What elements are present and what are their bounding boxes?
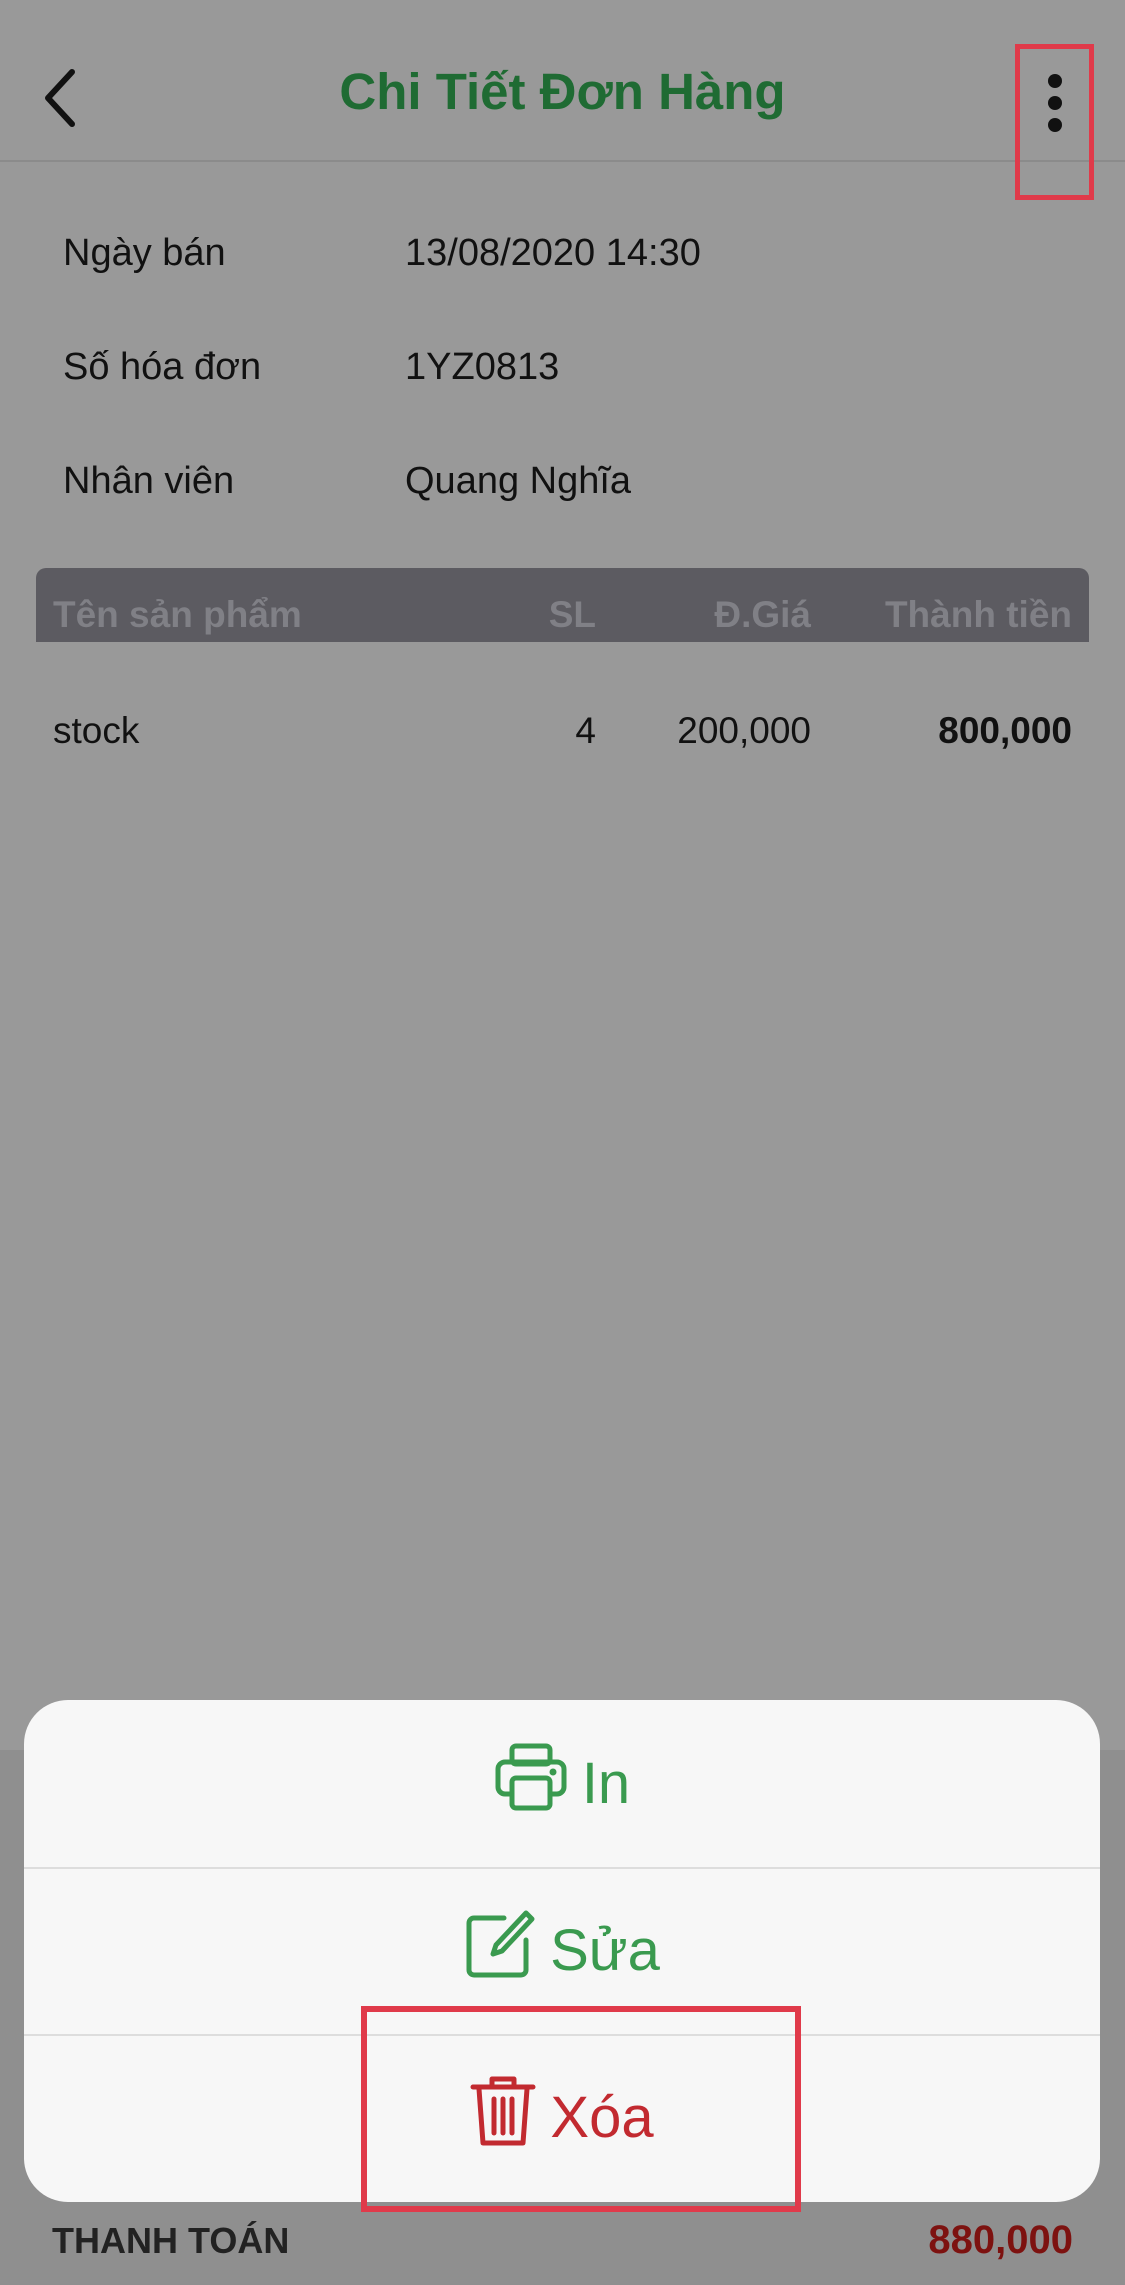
staff-value: Quang Nghĩa <box>405 460 632 502</box>
column-header-total: Thành tiền <box>884 594 1072 635</box>
print-button[interactable]: In <box>24 1700 1100 1869</box>
sale-date-value: 13/08/2020 14:30 <box>405 232 701 274</box>
payment-label: THANH TOÁN <box>52 2220 290 2261</box>
info-row-staff: Nhân viên Quang Nghĩa <box>63 460 631 503</box>
info-row-sale-date: Ngày bán 13/08/2020 14:30 <box>63 232 701 275</box>
column-header-qty: SL <box>548 594 596 635</box>
invoice-number-label: Số hóa đơn <box>63 346 262 388</box>
app-header: Chi Tiết Đơn Hàng <box>0 0 1125 200</box>
table-row[interactable]: stock 4 200,000 800,000 <box>36 700 1089 760</box>
info-row-invoice-number: Số hóa đơn 1YZ0813 <box>63 346 559 389</box>
payment-total: 880,000 <box>928 2218 1073 2262</box>
delete-button[interactable]: Xóa <box>24 2034 1100 2201</box>
edit-button[interactable]: Sửa <box>24 1867 1100 2036</box>
delete-label: Xóa <box>550 2085 654 2150</box>
page-title: Chi Tiết Đơn Hàng <box>339 63 786 120</box>
action-sheet: In Sửa Xóa <box>24 1700 1100 2202</box>
more-options-button[interactable] <box>1015 44 1094 200</box>
edit-label: Sửa <box>550 1918 660 1983</box>
printer-icon <box>494 1742 582 1826</box>
product-qty: 4 <box>575 710 596 751</box>
print-label: In <box>581 1751 631 1816</box>
sale-date-label: Ngày bán <box>63 232 226 274</box>
column-header-name: Tên sản phẩm <box>53 594 302 635</box>
product-total: 800,000 <box>938 710 1072 751</box>
product-price: 200,000 <box>677 710 811 751</box>
table-header: Tên sản phẩm SL Đ.Giá Thành tiền <box>36 568 1089 642</box>
product-name: stock <box>53 710 140 751</box>
more-vertical-icon <box>1047 73 1063 195</box>
edit-icon <box>464 1908 550 1994</box>
column-header-price: Đ.Giá <box>714 594 811 635</box>
trash-icon <box>470 2073 550 2163</box>
staff-label: Nhân viên <box>63 460 235 502</box>
invoice-number-value: 1YZ0813 <box>405 346 560 388</box>
